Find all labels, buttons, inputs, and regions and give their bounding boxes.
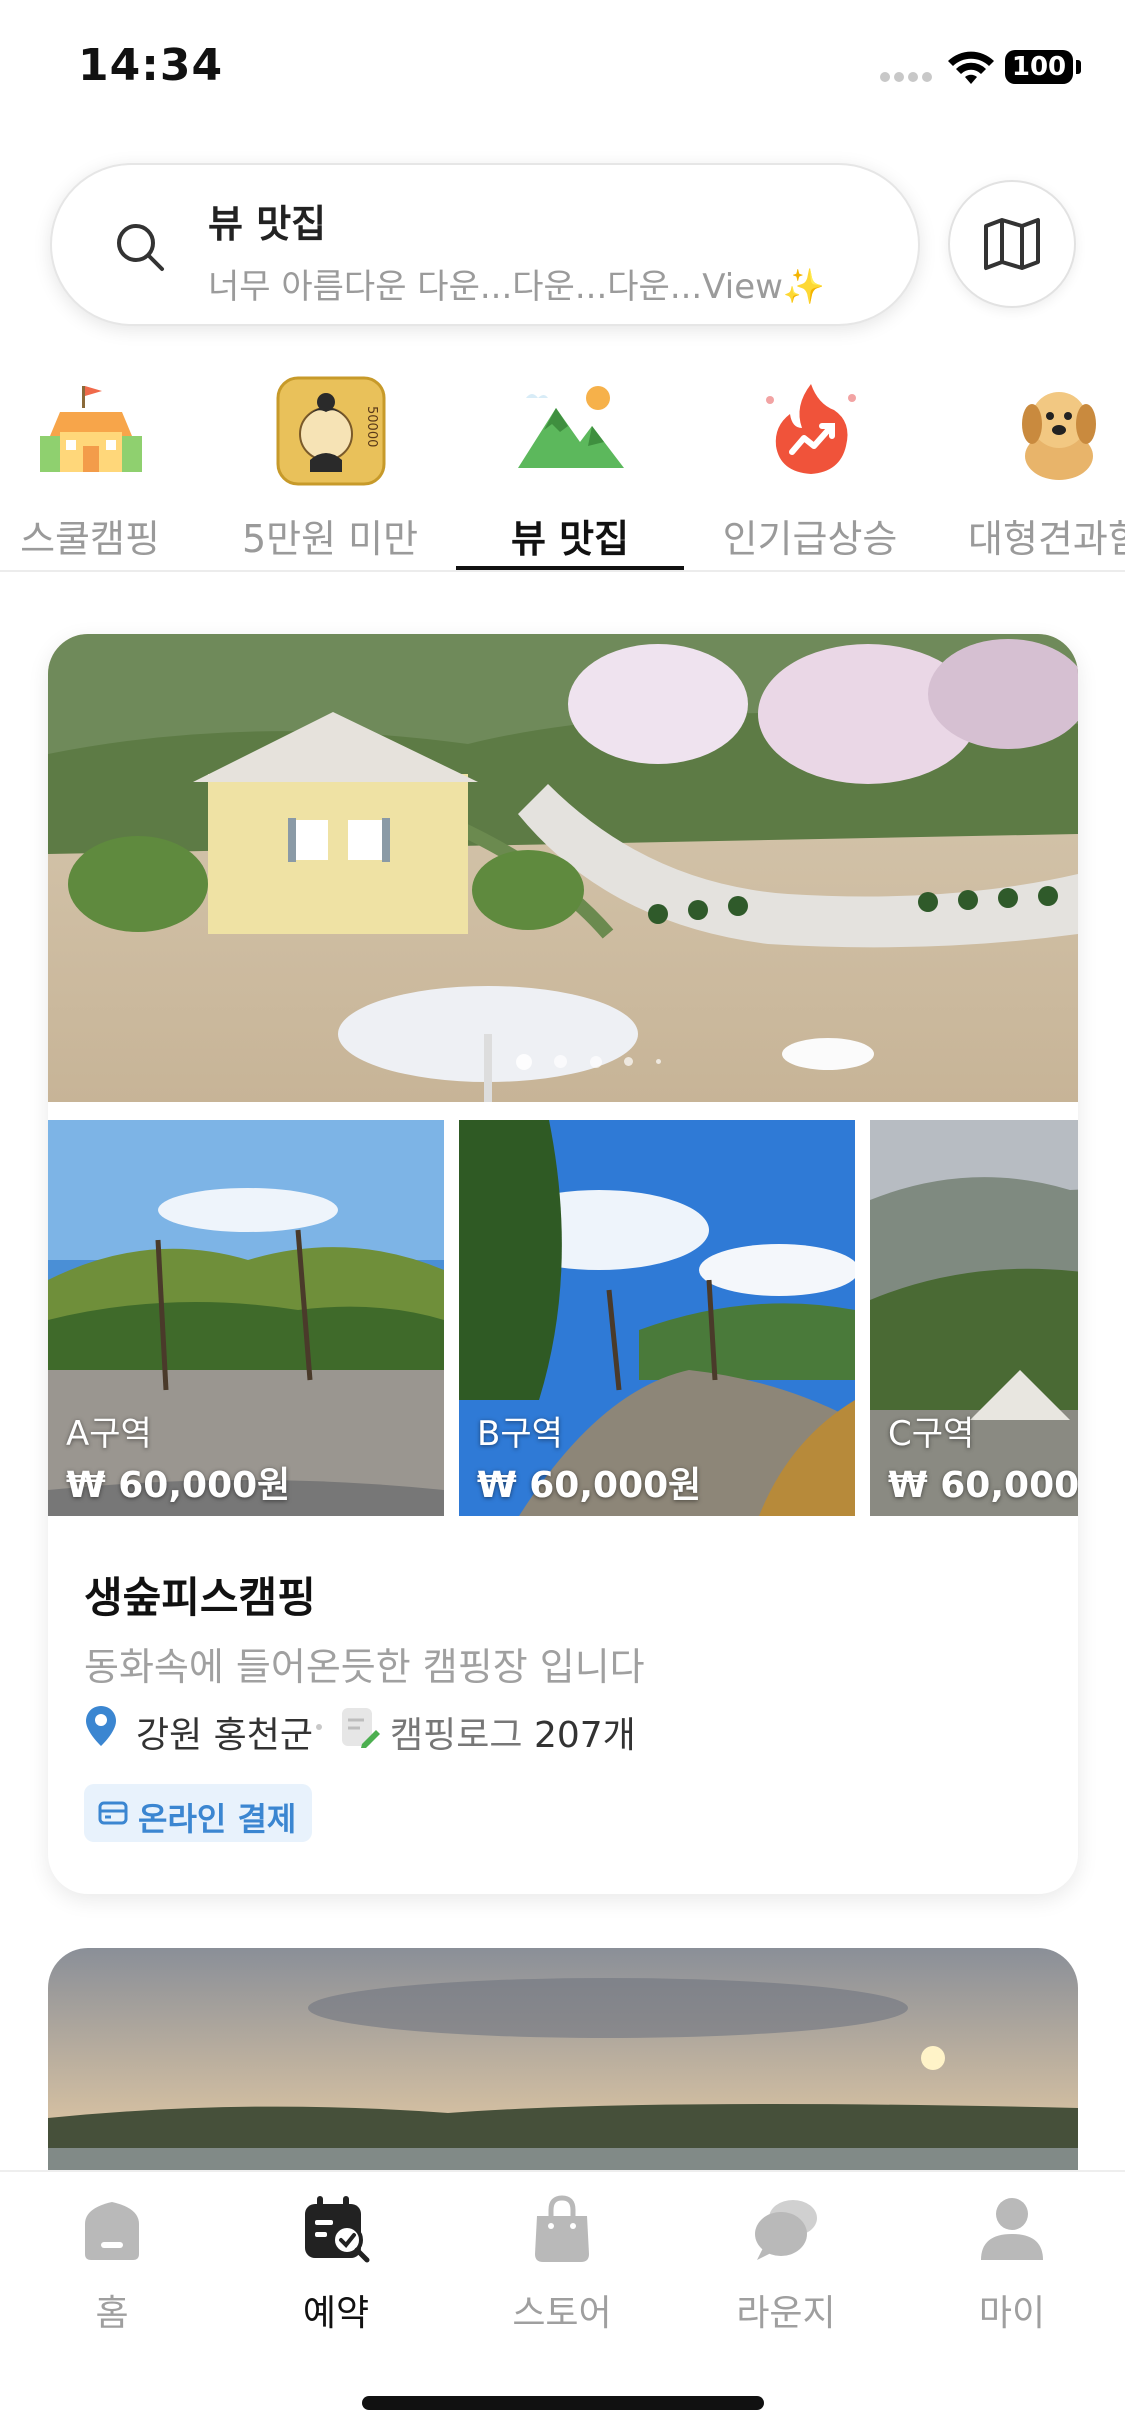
mountain-icon <box>518 386 624 468</box>
site-price: ₩ 60,000원 <box>66 1465 291 1506</box>
search-icon <box>117 224 164 271</box>
nav-label: 홈 <box>95 2293 129 2334</box>
nav-label: 라운지 <box>736 2293 836 2334</box>
svg-text:50000: 50000 <box>364 406 379 447</box>
tab-label: 스쿨캠핑 <box>20 517 160 561</box>
carousel-indicator <box>516 1054 696 1070</box>
tab-view-restaurant[interactable]: 뷰 맛집 <box>480 370 660 570</box>
search-title: 뷰 맛집 <box>208 202 327 246</box>
status-time: 14:34 <box>78 40 224 91</box>
tab-label: 5만원 미만 <box>241 517 419 561</box>
banknote-icon: 50000 <box>276 376 386 486</box>
fire-trend-icon <box>766 384 856 474</box>
calendar-search-icon <box>305 2196 370 2263</box>
location-pin-icon <box>86 1706 116 1746</box>
chat-bubbles-icon <box>755 2200 817 2260</box>
online-payment-badge: 온라인 결제 <box>84 1784 312 1842</box>
nav-lounge[interactable]: 라운지 <box>696 2194 876 2334</box>
nav-my[interactable]: 마이 <box>922 2194 1102 2334</box>
nav-label: 스토어 <box>512 2293 612 2334</box>
status-bar: 14:34 100 <box>0 0 1125 140</box>
home-indicator <box>362 2396 764 2410</box>
battery-tip <box>1076 60 1081 74</box>
map-icon <box>984 218 1040 270</box>
tab-under-50000[interactable]: 50000 5만원 미만 <box>240 370 420 570</box>
site-card-a[interactable]: A구역 ₩ 60,000원 <box>48 1120 444 1516</box>
nav-label: 마이 <box>978 2293 1046 2334</box>
site-price: ₩ 60,000원 <box>888 1465 1078 1506</box>
meta-separator <box>316 1724 322 1730</box>
tab-label: 뷰 맛집 <box>510 517 630 561</box>
campsite-location: 강원 홍천군 <box>136 1715 314 1756</box>
campsite-card[interactable]: A구역 ₩ 60,000원 B구역 ₩ 60,000원 C구역 ₩ 60,000… <box>48 634 1078 1894</box>
site-name: C구역 <box>888 1414 975 1454</box>
search-bar[interactable]: 뷰 맛집 너무 아름다운 다운...다운...다운...View✨ <box>50 163 920 326</box>
shopping-bag-icon <box>535 2195 589 2262</box>
site-card-b[interactable]: B구역 ₩ 60,000원 <box>459 1120 855 1516</box>
home-icon <box>85 2202 139 2260</box>
tab-label: 인기급상승 <box>722 517 898 561</box>
nav-label: 예약 <box>302 2293 370 2334</box>
dog-icon <box>1022 392 1096 480</box>
credit-card-icon <box>98 1801 128 1825</box>
camping-log[interactable]: 캠핑로그 207개 <box>390 1706 636 1758</box>
nav-reservation[interactable]: 예약 <box>246 2194 426 2334</box>
search-subtitle: 너무 아름다운 다운...다운...다운...View✨ <box>208 267 826 307</box>
active-tab-indicator <box>456 566 684 570</box>
camping-log-icon <box>342 1708 380 1748</box>
campsite-description: 동화속에 들어온듯한 캠핑장 입니다 <box>84 1645 645 1689</box>
wifi-icon <box>948 51 994 84</box>
nav-home[interactable]: 홈 <box>22 2194 202 2334</box>
tab-label: 대형견과함께 <box>968 517 1125 561</box>
campsite-meta: 강원 홍천군 캠핑로그 207개 <box>84 1702 984 1756</box>
tab-school-camping[interactable]: 스쿨캠핑 <box>0 370 180 570</box>
tab-large-dogs[interactable]: 대형견과함께 <box>960 370 1125 570</box>
person-icon <box>981 2198 1043 2260</box>
camping-log-count: 207개 <box>533 1715 636 1756</box>
site-price: ₩ 60,000원 <box>477 1465 702 1506</box>
campsite-name: 생숲피스캠핑 <box>84 1573 316 1622</box>
site-list: A구역 ₩ 60,000원 B구역 ₩ 60,000원 C구역 ₩ 60,000 <box>48 1120 1078 1516</box>
app-screen: 14:34 100 뷰 맛집 너무 아름다운 다운...다운...다운...Vi… <box>0 0 1125 2436</box>
battery-icon: 100 <box>1005 50 1073 84</box>
site-card-c[interactable]: C구역 ₩ 60,000원 <box>870 1120 1078 1516</box>
site-name: A구역 <box>66 1414 152 1454</box>
camping-log-label: 캠핑로그 <box>390 1715 523 1756</box>
cellular-signal-icon <box>880 72 932 84</box>
campsite-hero-image[interactable] <box>48 634 1078 1102</box>
map-button[interactable] <box>948 180 1076 308</box>
category-tabs: 스쿨캠핑 50000 5만원 미만 뷰 맛집 인기급상승 대형견과 <box>0 370 1125 572</box>
nav-store[interactable]: 스토어 <box>472 2194 652 2334</box>
online-payment-label: 온라인 결제 <box>138 1800 297 1838</box>
site-name: B구역 <box>477 1414 563 1454</box>
school-icon <box>40 386 142 472</box>
tab-trending[interactable]: 인기급상승 <box>720 370 900 570</box>
